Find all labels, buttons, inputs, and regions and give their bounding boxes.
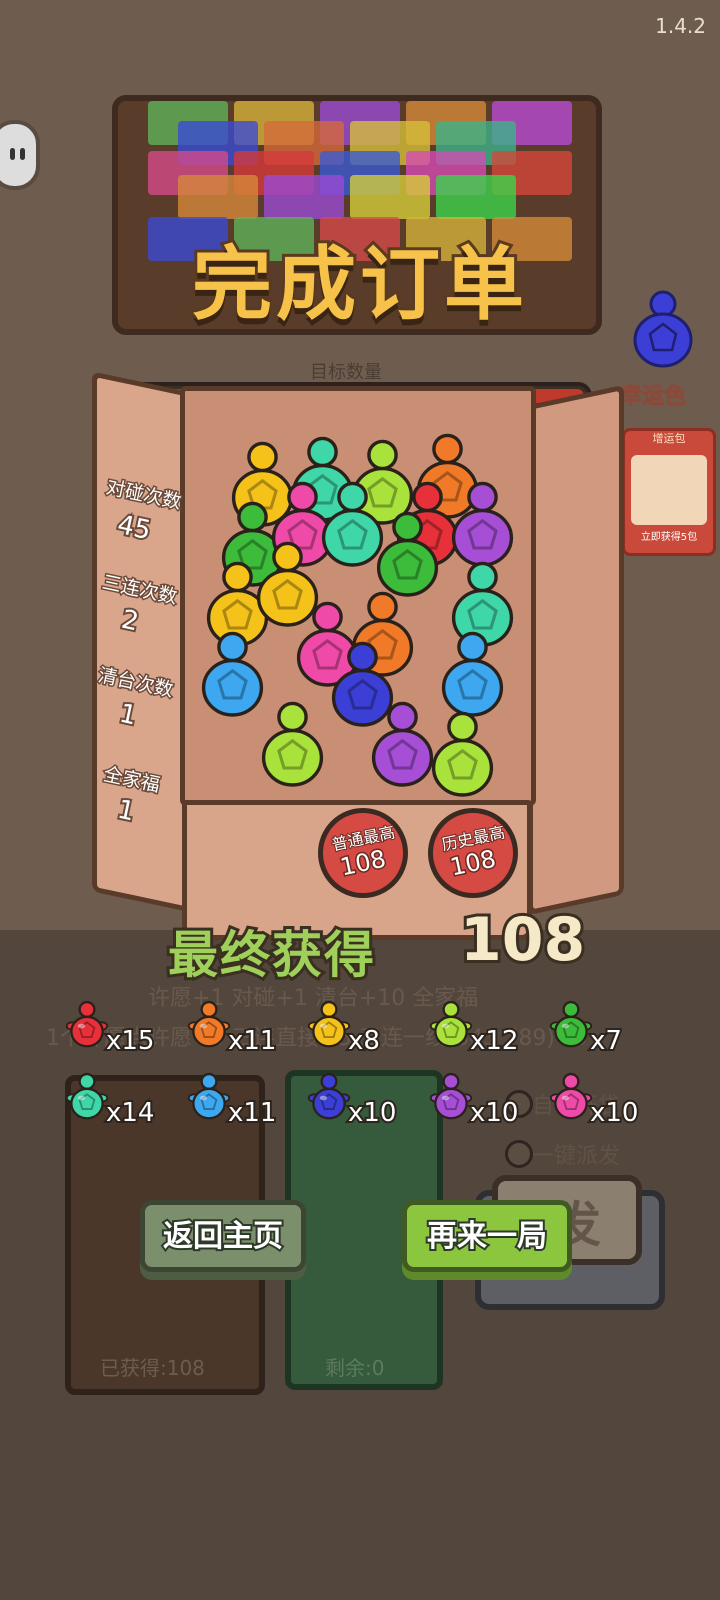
bag (264, 175, 344, 219)
bag (178, 175, 258, 219)
box-left-flap (92, 371, 192, 913)
turtle-count-text: x7 (588, 1024, 624, 1058)
remaining-count-label: 剩余:0 (325, 1356, 385, 1380)
turtle-count-item: x11 (186, 1072, 306, 1142)
box-right-flap (528, 384, 624, 916)
turtle-count-item: x10 (548, 1072, 668, 1142)
turtle-count-item: x7 (548, 1000, 668, 1070)
pile-turtle-icon (451, 561, 514, 647)
side-menu-button[interactable] (0, 120, 40, 190)
turtle-count-item: x11 (186, 1000, 306, 1070)
pile-turtle-icon (431, 711, 494, 797)
gift-bag-icon (631, 455, 707, 525)
turtle-count-text: x12 (468, 1024, 521, 1058)
version-label: 1.4.2 (655, 14, 706, 38)
turtle-count-text: x10 (468, 1096, 521, 1130)
turtle-count-text: x15 (104, 1024, 157, 1058)
complete-order-title: 完成订单 (189, 235, 528, 334)
one-click-checkbox[interactable] (505, 1140, 533, 1168)
lucky-color-label: 幸运色 (619, 384, 687, 410)
eye-icon (10, 148, 15, 160)
bag (350, 175, 430, 219)
turtle-count-item: x14 (64, 1072, 184, 1142)
play-again-button[interactable]: 再来一局 (402, 1200, 572, 1272)
turtle-count-text: x10 (346, 1096, 399, 1130)
final-score-label: 最终获得 (165, 923, 377, 987)
pile-turtle-icon (261, 701, 324, 787)
target-count-label: 目标数量 (310, 362, 382, 383)
history-best-badge: 历史最高 108 (428, 808, 518, 898)
turtle-count-text: x14 (104, 1096, 157, 1130)
turtle-count-item: x8 (306, 1000, 426, 1070)
eye-icon (20, 148, 25, 160)
lucky-turtle-icon (628, 290, 698, 370)
pile-turtle-icon (201, 631, 264, 717)
reward-card-title: 增运包 (652, 432, 686, 445)
turtle-count-item: x12 (428, 1000, 548, 1070)
turtle-count-item: x10 (306, 1072, 426, 1142)
turtle-count-item: x15 (64, 1000, 184, 1070)
turtle-count-text: x11 (226, 1024, 279, 1058)
turtle-count-text: x11 (226, 1096, 279, 1130)
turtle-count-text: x8 (346, 1024, 382, 1058)
bag (436, 175, 516, 219)
turtle-count-item: x10 (428, 1072, 548, 1142)
one-click-label: 一键派发 (532, 1144, 621, 1169)
turtle-count-text: x10 (588, 1096, 641, 1130)
final-score-value: 108 (457, 902, 588, 978)
collected-count-label: 已获得:108 (100, 1356, 205, 1380)
pile-turtle-icon (441, 631, 504, 717)
return-home-button[interactable]: 返回主页 (140, 1200, 306, 1272)
turtle-pile (201, 433, 514, 797)
reward-card-caption: 立即获得5包 (640, 532, 698, 543)
normal-best-badge: 普通最高 108 (318, 808, 408, 898)
